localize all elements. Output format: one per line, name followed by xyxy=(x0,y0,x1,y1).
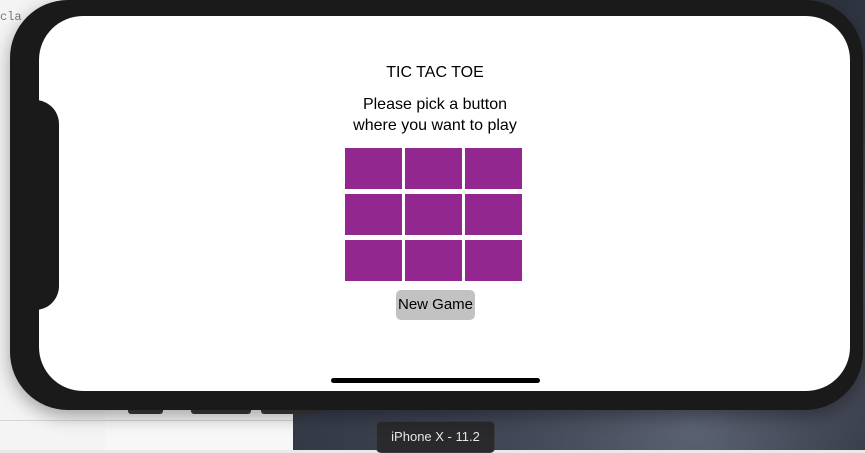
instructions-text: Please pick a button where you want to p… xyxy=(320,94,550,136)
device-notch xyxy=(29,100,59,310)
board-cell-5[interactable] xyxy=(405,194,462,235)
board-cell-8[interactable] xyxy=(405,240,462,281)
board-cell-4[interactable] xyxy=(345,194,402,235)
divider xyxy=(0,420,293,421)
home-indicator[interactable] xyxy=(331,378,540,383)
board-cell-1[interactable] xyxy=(345,148,402,189)
simulator-device-label: iPhone X - 11.2 xyxy=(376,421,495,453)
instructions-line-1: Please pick a button xyxy=(362,96,508,113)
board-cell-9[interactable] xyxy=(465,240,522,281)
board-cell-3[interactable] xyxy=(465,148,522,189)
board-cell-2[interactable] xyxy=(405,148,462,189)
board-cell-6[interactable] xyxy=(465,194,522,235)
code-snippet: cla xyxy=(0,10,22,24)
game-board xyxy=(345,148,522,281)
board-cell-7[interactable] xyxy=(345,240,402,281)
instructions-line-2: where you want to play xyxy=(353,117,517,134)
page-title: TIC TAC TOE xyxy=(386,64,484,81)
new-game-button[interactable]: New Game xyxy=(396,290,475,320)
